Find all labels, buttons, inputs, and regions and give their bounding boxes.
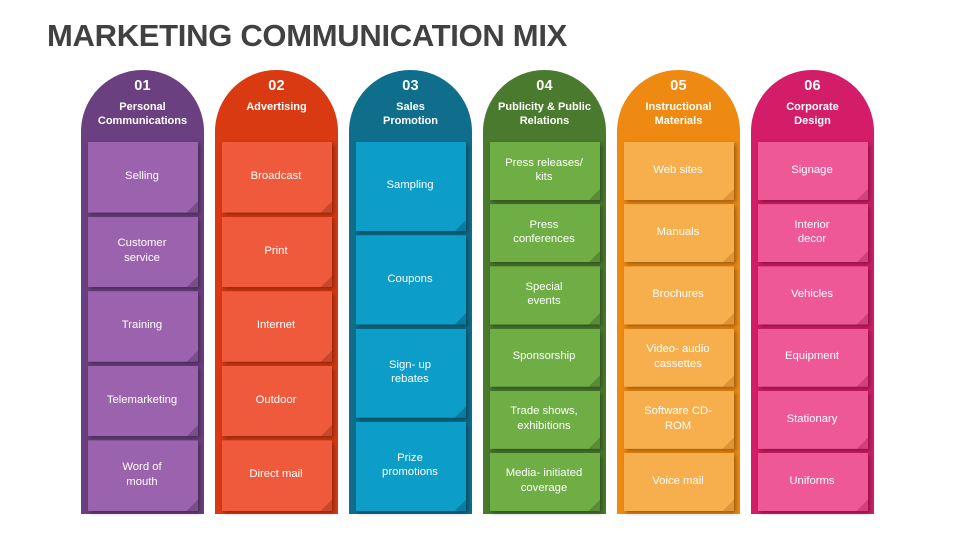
- card-label: Press releases/ kits: [505, 156, 583, 184]
- mix-card[interactable]: Web sites: [624, 142, 734, 201]
- card-label: Manuals: [656, 226, 700, 238]
- mix-card[interactable]: Word of mouth: [88, 440, 198, 511]
- card-label: Coupons: [387, 272, 433, 285]
- mix-card[interactable]: Broadcast: [222, 142, 332, 213]
- card-label: Interior decor: [794, 218, 830, 246]
- card-label: Telemarketing: [106, 393, 178, 406]
- card-list: Sampling Coupons Sign- up rebates Prize pro…: [349, 142, 472, 511]
- card-label: Equipment: [784, 350, 839, 363]
- card-label: Software CD- ROM: [644, 405, 712, 432]
- card-label: Uniforms: [789, 474, 835, 487]
- column-number: 06: [804, 78, 821, 94]
- column-number: 03: [402, 78, 419, 94]
- mix-card[interactable]: Prize promotions: [356, 422, 466, 511]
- mix-card[interactable]: Vehicles: [758, 266, 868, 325]
- card-label: Sampling: [386, 179, 434, 192]
- card-label: Vehicles: [790, 288, 834, 301]
- mix-card[interactable]: Signage: [758, 142, 868, 201]
- mix-card[interactable]: Press conferences: [490, 204, 600, 263]
- mix-card[interactable]: Sign- up rebates: [356, 329, 466, 418]
- mix-card[interactable]: Direct mail: [222, 440, 332, 511]
- card-label: Press conferences: [513, 218, 575, 246]
- card-label: Sponsorship: [512, 350, 576, 363]
- card-label: Outdoor: [255, 393, 297, 406]
- mix-card[interactable]: Software CD- ROM: [624, 391, 734, 449]
- diagram-columns: 01 Personal Communications Selling Customer…: [81, 70, 887, 514]
- category-column-01: 01 Personal Communications Selling Customer…: [81, 70, 204, 514]
- card-label: Selling: [125, 170, 159, 183]
- category-column-05: 05 Instructional Materials Web sites Manual…: [617, 70, 740, 514]
- category-column-06: 06 Corporate Design Signage Interior decor V…: [751, 70, 874, 514]
- card-label: Trade shows, exhibitions: [510, 405, 578, 432]
- card-label: Print: [264, 244, 288, 257]
- column-title: Personal Communications: [97, 101, 188, 127]
- column-title: Advertising: [246, 101, 307, 113]
- mix-card[interactable]: Customer service: [88, 217, 198, 288]
- card-label: Media- initiated coverage: [505, 467, 583, 494]
- mix-card[interactable]: Brochures: [624, 266, 734, 325]
- card-label: Video- audio cassettes: [646, 343, 710, 370]
- mix-card[interactable]: Manuals: [624, 204, 734, 263]
- mix-card[interactable]: Media- initiated coverage: [490, 453, 600, 512]
- mix-card[interactable]: Outdoor: [222, 366, 332, 437]
- card-label: Training: [121, 319, 163, 332]
- column-header: 04 Publicity & Public Relations: [483, 70, 606, 142]
- column-header: 01 Personal Communications: [81, 70, 204, 142]
- card-label: Signage: [791, 163, 833, 176]
- card-label: Special events: [525, 280, 563, 308]
- column-title: Instructional Materials: [645, 101, 712, 127]
- card-label: Voice mail: [652, 474, 704, 487]
- mix-card[interactable]: Internet: [222, 291, 332, 362]
- mix-card[interactable]: Print: [222, 217, 332, 288]
- column-title: Publicity & Public Relations: [498, 101, 591, 127]
- mix-card[interactable]: Stationary: [758, 391, 868, 449]
- mix-card[interactable]: Telemarketing: [88, 366, 198, 437]
- mix-card[interactable]: Selling: [88, 142, 198, 213]
- card-label: Web sites: [653, 163, 703, 176]
- card-label: Word of mouth: [122, 461, 162, 488]
- card-label: Brochures: [652, 288, 704, 301]
- card-label: Prize promotions: [382, 451, 438, 479]
- mix-card[interactable]: Video- audio cassettes: [624, 329, 734, 387]
- card-list: Signage Interior decor Vehicles Equipment St…: [751, 142, 874, 512]
- mix-card[interactable]: Sampling: [356, 142, 466, 232]
- card-label: Internet: [256, 319, 296, 332]
- mix-card[interactable]: Voice mail: [624, 453, 734, 512]
- column-title: Sales Promotion: [383, 101, 438, 127]
- card-label: Customer service: [117, 237, 167, 264]
- column-header: 03 Sales Promotion: [349, 70, 472, 142]
- mix-card[interactable]: Coupons: [356, 235, 466, 325]
- column-number: 01: [134, 78, 151, 94]
- card-list: Broadcast Print Internet Outdoor Direct mail: [215, 142, 338, 511]
- card-list: Web sites Manuals Brochures Video- audio ca…: [617, 142, 740, 512]
- mix-card[interactable]: Trade shows, exhibitions: [490, 391, 600, 449]
- card-label: Stationary: [786, 412, 838, 425]
- mix-card[interactable]: Training: [88, 291, 198, 362]
- category-column-03: 03 Sales Promotion Sampling Coupons Sign- up…: [349, 70, 472, 514]
- mix-card[interactable]: Uniforms: [758, 453, 868, 512]
- column-header: 02 Advertising: [215, 70, 338, 142]
- category-column-04: 04 Publicity & Public Relations Press rele…: [483, 70, 606, 514]
- card-list: Press releases/ kits Press conferences Spe…: [483, 142, 606, 512]
- column-number: 04: [536, 78, 553, 94]
- mix-card[interactable]: Sponsorship: [490, 329, 600, 387]
- card-label: Direct mail: [249, 468, 303, 481]
- column-number: 05: [670, 78, 687, 94]
- page-title: MARKETING COMMUNICATION MIX: [47, 18, 568, 53]
- card-label: Sign- up rebates: [388, 358, 432, 386]
- mix-card[interactable]: Press releases/ kits: [490, 142, 600, 201]
- column-title: Corporate Design: [786, 101, 839, 127]
- category-column-02: 02 Advertising Broadcast Print Internet Outdo…: [215, 70, 338, 514]
- mix-card[interactable]: Equipment: [758, 329, 868, 387]
- card-list: Selling Customer service Training Telemarke…: [81, 142, 204, 511]
- column-header: 05 Instructional Materials: [617, 70, 740, 142]
- column-number: 02: [268, 78, 285, 94]
- mix-card[interactable]: Special events: [490, 266, 600, 325]
- column-header: 06 Corporate Design: [751, 70, 874, 142]
- mix-card[interactable]: Interior decor: [758, 204, 868, 263]
- card-label: Broadcast: [250, 170, 302, 183]
